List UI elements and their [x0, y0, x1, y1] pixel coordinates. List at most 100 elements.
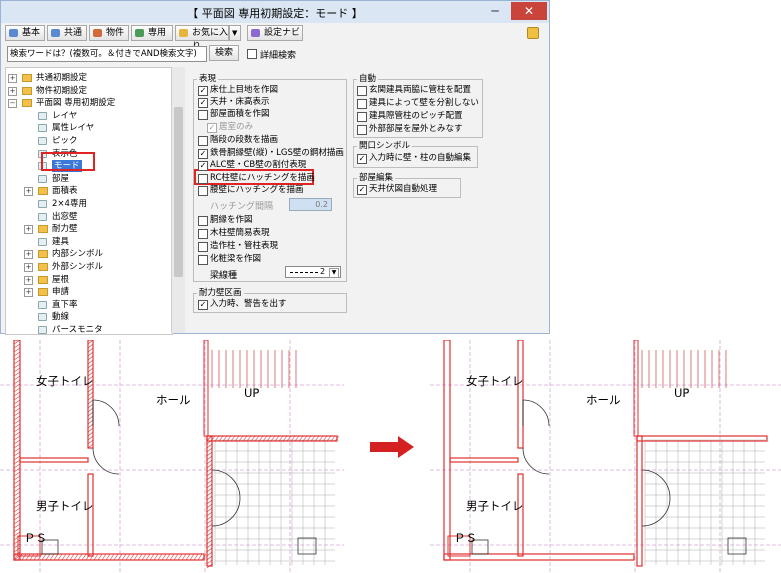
checkbox[interactable] — [198, 242, 208, 252]
tree-item[interactable]: + 面積表 — [24, 185, 164, 197]
checkbox[interactable]: ✓ — [207, 123, 217, 133]
setting-page-icon — [38, 137, 47, 145]
checkbox[interactable] — [357, 86, 367, 96]
option-label: 部屋面積を作図 — [210, 109, 270, 119]
option-label: 腰壁にハッチングを描画 — [210, 185, 304, 195]
option-label: 化粧梁を作図 — [210, 254, 262, 264]
option-label: 階段の段数を描画 — [210, 135, 279, 145]
checkbox[interactable] — [198, 255, 208, 265]
hyogen-title: 表現 — [197, 74, 219, 84]
expand-icon[interactable]: + — [8, 74, 17, 83]
room-label-ps: ＰＳ — [454, 531, 477, 545]
chevron-down-icon[interactable]: ▼ — [329, 268, 339, 278]
checkbox[interactable] — [198, 136, 208, 146]
checkbox[interactable]: ✓ — [198, 149, 208, 159]
checkbox[interactable] — [357, 125, 367, 135]
title-bar[interactable]: 【 平面図 専用初期設定：モード 】 ─ ✕ — [1, 1, 549, 23]
setting-page-icon — [38, 313, 47, 322]
tree-item[interactable]: + 外部シンボル — [24, 261, 164, 273]
option-label: 居室のみ — [219, 122, 254, 132]
tree-item[interactable]: + 物件初期設定 — [8, 85, 148, 97]
dedicated-button[interactable]: 専用 — [131, 25, 173, 41]
favorites-button[interactable]: お気に入り — [175, 25, 229, 52]
checkbox[interactable] — [198, 216, 208, 226]
search-button[interactable]: 検索 — [209, 45, 239, 61]
favorites-dropdown-button[interactable]: ▼ — [229, 25, 241, 41]
help-icon[interactable] — [527, 27, 539, 39]
checkbox[interactable]: ✓ — [357, 185, 367, 195]
checkbox[interactable]: ✓ — [198, 98, 208, 108]
checkbox[interactable]: ✓ — [198, 86, 208, 96]
property-button[interactable]: 物件 — [89, 25, 129, 41]
checkbox[interactable]: ✓ — [198, 300, 208, 310]
expand-icon[interactable]: + — [24, 263, 33, 272]
tree-item[interactable]: + 申請 — [24, 286, 164, 298]
dedicated-icon — [135, 29, 144, 37]
checkbox[interactable] — [198, 174, 208, 184]
settings-tree[interactable]: + 共通初期設定 + 物件初期設定 − 平面図 専用初期設定 レイヤ 属性レイヤ ピック 表示色モ… — [5, 67, 173, 335]
tree-item[interactable]: + 共通初期設定 — [8, 72, 148, 84]
search-input[interactable]: 検索ワードは？(複数可。＆付きでAND検索文字) — [7, 46, 207, 62]
expand-icon[interactable]: + — [24, 250, 33, 260]
mode-highlight — [41, 152, 95, 171]
option-label: 建具によって壁を分割しない — [369, 98, 479, 108]
expand-icon[interactable]: + — [24, 187, 33, 197]
tree-item[interactable]: パースモニタ — [24, 324, 164, 336]
option-label: RC柱壁にハッチングを描画 — [210, 173, 315, 183]
folder-icon — [38, 225, 48, 234]
expand-icon[interactable]: + — [24, 225, 33, 235]
checkbox[interactable] — [357, 99, 367, 109]
minimize-button[interactable]: ─ — [481, 2, 509, 20]
tairyoku-title: 耐力壁区画 — [197, 288, 244, 298]
tree-item-label: 耐力壁 — [52, 224, 78, 235]
detail-search-checkbox[interactable] — [247, 49, 257, 59]
tree-item-label: レイヤ — [52, 110, 78, 121]
close-button[interactable]: ✕ — [511, 2, 547, 20]
folder-icon — [38, 250, 48, 259]
common-icon — [51, 29, 60, 37]
tree-item[interactable]: 属性レイヤ — [24, 122, 164, 134]
beam-linetype-select[interactable]: 2 ▼ — [285, 266, 341, 278]
expand-icon[interactable]: + — [24, 288, 33, 298]
basic-icon — [9, 29, 18, 37]
setting-page-icon — [38, 212, 47, 221]
navi-icon — [251, 29, 260, 37]
hatch-spacing-input[interactable]: 0.2 — [289, 198, 332, 211]
checkbox[interactable]: ✓ — [198, 161, 208, 171]
house-icon — [93, 29, 102, 37]
room-label-up: UP — [244, 386, 260, 400]
tree-item[interactable]: 動線 — [24, 311, 164, 323]
tree-item[interactable]: 部屋 — [24, 173, 164, 185]
basic-button[interactable]: 基本 — [5, 25, 45, 41]
tree-scrollbar[interactable] — [171, 67, 185, 333]
tree-item[interactable]: レイヤ — [24, 110, 164, 122]
scrollbar-thumb[interactable] — [174, 107, 183, 277]
tree-item[interactable]: + 耐力壁 — [24, 223, 164, 235]
tree-item-label: 出窓壁 — [52, 211, 78, 222]
tree-item[interactable]: 直下率 — [24, 299, 164, 311]
checkbox[interactable] — [357, 112, 367, 122]
checkbox[interactable]: ✓ — [357, 154, 367, 164]
plan-before: 女子トイレ ホール UP 男子トイレ ＰＳ — [0, 340, 344, 573]
option-label: 鉄骨胴縁壁(縦)・LGS壁の鋼材描画 — [210, 148, 344, 158]
beam-linetype-label: 梁線種 — [210, 271, 238, 281]
tree-item[interactable]: ピック — [24, 135, 164, 147]
tree-item[interactable]: + 屋根 — [24, 274, 164, 286]
tree-item[interactable]: 建具 — [24, 236, 164, 248]
option-label: 造作柱・管柱表現 — [210, 241, 279, 251]
tree-item[interactable]: 出窓壁 — [24, 211, 164, 223]
checkbox[interactable] — [198, 110, 208, 120]
tree-item[interactable]: 2×4専用 — [24, 198, 164, 210]
common-button[interactable]: 共通 — [47, 25, 87, 41]
expand-icon[interactable]: + — [24, 275, 33, 285]
tree-item[interactable]: − 平面図 専用初期設定 — [8, 97, 148, 109]
checkbox[interactable] — [198, 186, 208, 196]
expand-icon[interactable]: + — [8, 86, 17, 96]
hatch-spacing-label: ハッチング間隔 — [210, 202, 274, 212]
tree-item[interactable]: + 内部シンボル — [24, 248, 164, 260]
checkbox[interactable] — [198, 229, 208, 239]
collapse-icon[interactable]: − — [8, 99, 17, 109]
settings-navi-button[interactable]: 設定ナビ — [247, 25, 303, 41]
option-label: 建具際管柱のピッチ配置 — [369, 111, 463, 121]
kaiko-title: 開口シンボル — [357, 141, 413, 151]
